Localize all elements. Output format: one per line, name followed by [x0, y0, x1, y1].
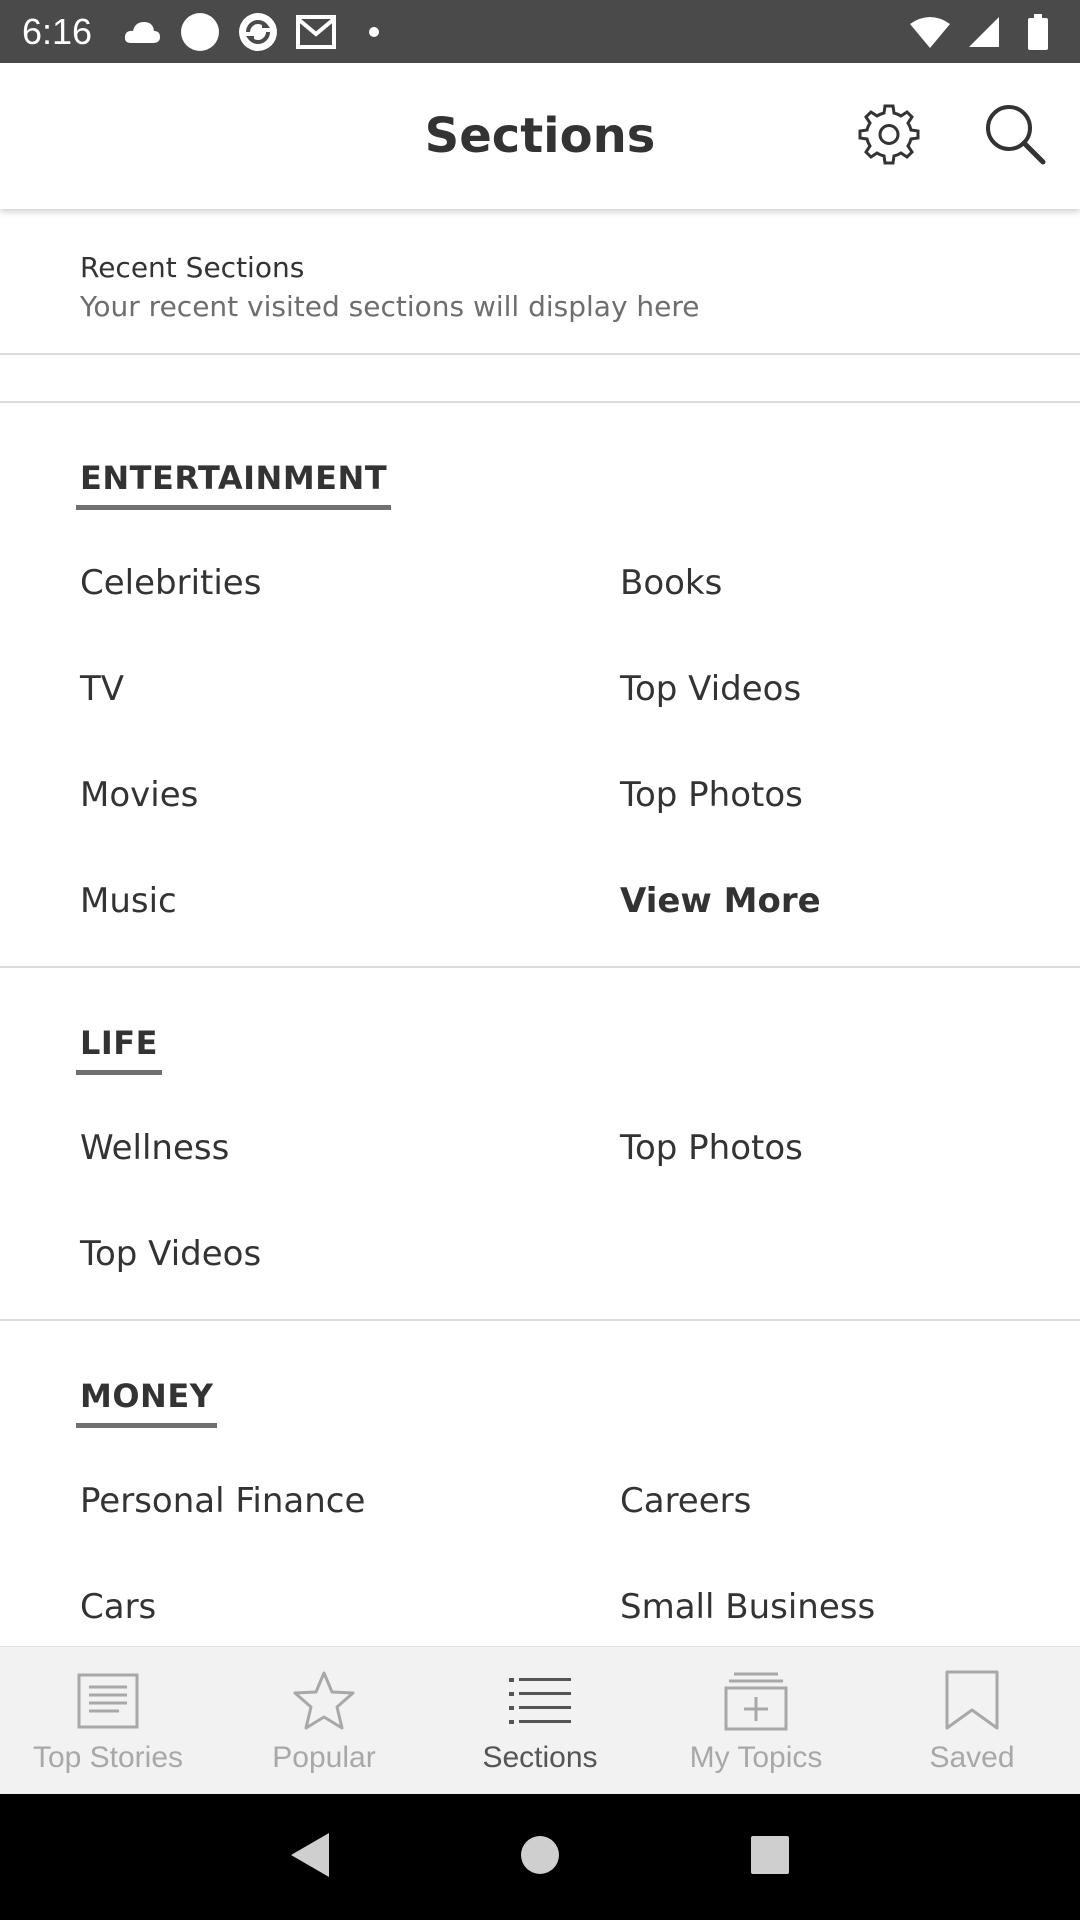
- home-button[interactable]: [510, 1827, 570, 1887]
- gear-icon: [858, 103, 920, 170]
- battery-icon: [1018, 12, 1058, 52]
- recent-sections-subtitle: Your recent visited sections will displa…: [80, 290, 700, 323]
- list-icon: [505, 1669, 575, 1733]
- section-link-careers[interactable]: Careers: [540, 1448, 1080, 1554]
- bookmark-icon: [937, 1669, 1007, 1733]
- nav-sections[interactable]: Sections: [432, 1647, 648, 1794]
- nav-my-topics[interactable]: My Topics: [648, 1647, 864, 1794]
- nav-saved[interactable]: Saved: [864, 1647, 1080, 1794]
- section-link-celebrities[interactable]: Celebrities: [0, 530, 540, 636]
- nav-popular[interactable]: Popular: [216, 1647, 432, 1794]
- nav-label-saved: Saved: [929, 1741, 1015, 1774]
- system-icons: [910, 12, 1058, 52]
- gmail-icon: [296, 12, 337, 52]
- section-entertainment: ENTERTAINMENT Celebrities Books TV Top V…: [0, 403, 1080, 968]
- section-link-wellness[interactable]: Wellness: [0, 1095, 540, 1201]
- page-title: Sections: [424, 108, 656, 164]
- recent-sections: Recent Sections Your recent visited sect…: [0, 209, 1080, 355]
- view-more-link[interactable]: View More: [540, 848, 1080, 954]
- section-link-cars[interactable]: Cars: [0, 1554, 540, 1646]
- status-bar: 6:16: [0, 0, 1080, 63]
- wifi-icon: [910, 12, 950, 52]
- status-time: 6:16: [22, 10, 93, 52]
- nav-label-sections: Sections: [482, 1741, 598, 1774]
- bottom-navigation: Top Stories Popular Sections My Topics S…: [0, 1646, 1080, 1794]
- app-header: Sections: [0, 63, 1080, 209]
- section-link-movies[interactable]: Movies: [0, 742, 540, 848]
- recents-button[interactable]: [740, 1827, 800, 1887]
- recent-sections-title: Recent Sections: [80, 251, 305, 284]
- back-triangle-icon: [289, 1831, 331, 1884]
- settings-button[interactable]: [854, 101, 924, 171]
- usa-today-icon: [180, 12, 220, 52]
- nav-label-popular: Popular: [272, 1741, 376, 1774]
- home-circle-icon: [519, 1834, 561, 1881]
- section-link-top-videos[interactable]: Top Videos: [540, 636, 1080, 742]
- back-button[interactable]: [280, 1827, 340, 1887]
- section-heading-money[interactable]: MONEY: [76, 1377, 218, 1428]
- section-link-tv[interactable]: TV: [0, 636, 540, 742]
- section-money: MONEY Personal Finance Careers Cars Smal…: [0, 1321, 1080, 1646]
- section-link-top-videos[interactable]: Top Videos: [0, 1201, 540, 1307]
- section-heading-life[interactable]: LIFE: [76, 1024, 163, 1075]
- section-link-personal-finance[interactable]: Personal Finance: [0, 1448, 540, 1554]
- cloud-icon: [122, 12, 162, 52]
- notification-icons: [122, 12, 394, 52]
- section-heading-entertainment[interactable]: ENTERTAINMENT: [76, 459, 392, 510]
- sections-list[interactable]: Recent Sections Your recent visited sect…: [0, 209, 1080, 1646]
- section-link-small-business[interactable]: Small Business: [540, 1554, 1080, 1646]
- signal-icon: [964, 12, 1004, 52]
- recents-square-icon: [750, 1835, 790, 1880]
- search-button[interactable]: [980, 101, 1050, 171]
- sync-icon: [238, 12, 278, 52]
- section-life: LIFE Wellness Top Photos Top Videos: [0, 968, 1080, 1321]
- add-topic-icon: [721, 1669, 791, 1733]
- star-icon: [289, 1669, 359, 1733]
- dot-icon: [354, 12, 394, 52]
- section-link-music[interactable]: Music: [0, 848, 540, 954]
- nav-top-stories[interactable]: Top Stories: [0, 1647, 216, 1794]
- divider: [0, 355, 1080, 403]
- search-icon: [983, 102, 1047, 171]
- newspaper-icon: [73, 1669, 143, 1733]
- section-link-top-photos[interactable]: Top Photos: [540, 1095, 1080, 1201]
- nav-label-top-stories: Top Stories: [32, 1741, 184, 1774]
- system-navigation: [0, 1794, 1080, 1920]
- section-link-books[interactable]: Books: [540, 530, 1080, 636]
- section-link-top-photos[interactable]: Top Photos: [540, 742, 1080, 848]
- nav-label-my-topics: My Topics: [689, 1741, 823, 1774]
